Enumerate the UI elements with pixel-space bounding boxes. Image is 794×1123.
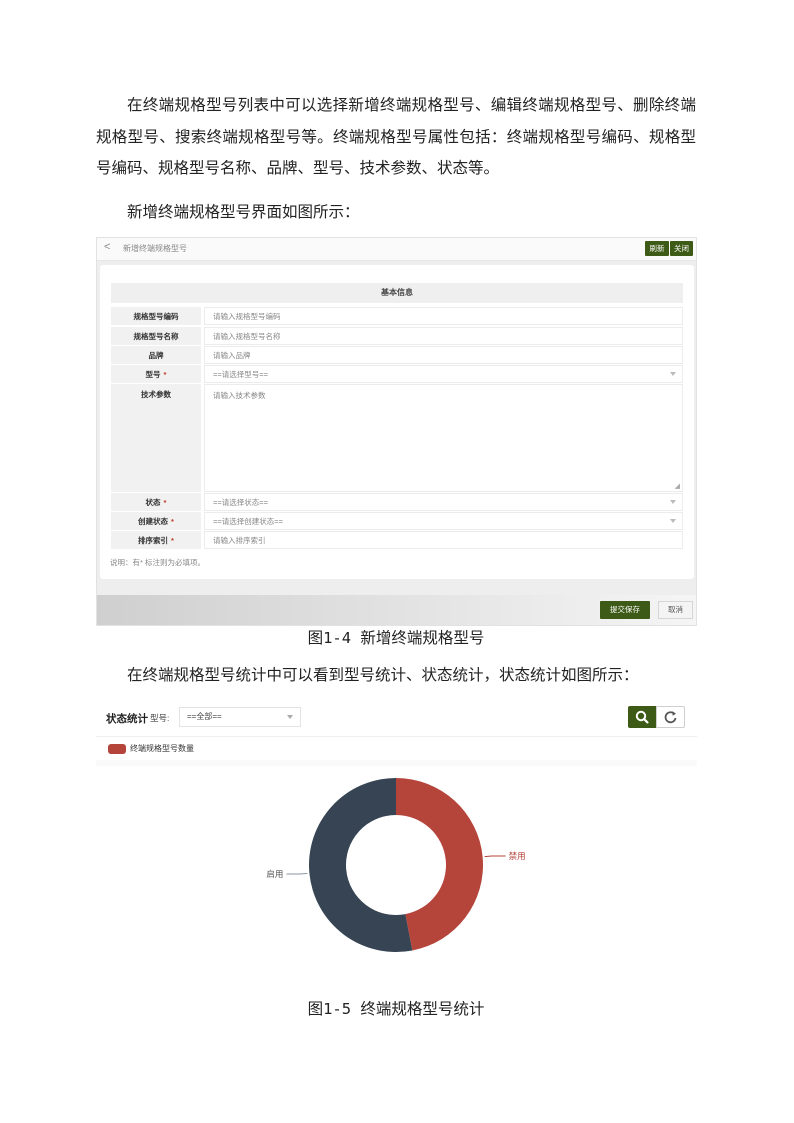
model-filter-select[interactable]: ==全部==: [179, 707, 301, 727]
section-title: 基本信息: [111, 283, 683, 303]
figure-caption-1-4: 图1-4 新增终端规格型号: [307, 629, 485, 647]
field-label: 规格型号编码: [111, 307, 201, 325]
stats-paragraph: 在终端规格型号统计中可以看到型号统计、状态统计，状态统计如图所示：: [127, 666, 639, 684]
status-select[interactable]: ==请选择状态==: [204, 493, 683, 511]
field-row-create-status: 创建状态 * ==请选择创建状态==: [111, 512, 683, 530]
form-footer: 提交保存 取消: [97, 595, 696, 625]
field-row-spec-code: 规格型号编码 请输入规格型号编码: [111, 307, 683, 325]
field-label: 型号 *: [111, 365, 201, 383]
figure-intro-paragraph: 新增终端规格型号界面如图所示：: [127, 203, 360, 221]
field-label: 规格型号名称: [111, 327, 201, 345]
required-note: 说明：有* 标注则为必填项。: [110, 558, 206, 567]
chevron-down-icon: [670, 372, 676, 376]
create-status-select[interactable]: ==请选择创建状态==: [204, 512, 683, 530]
refresh-button[interactable]: [656, 706, 685, 728]
spec-name-input[interactable]: 请输入规格型号名称: [204, 327, 683, 345]
chevron-down-icon: [670, 500, 676, 504]
field-row-sort-index: 排序索引 * 请输入排序索引: [111, 531, 683, 549]
submit-button[interactable]: 提交保存: [600, 601, 650, 619]
slice-label-1: 启用: [266, 869, 283, 879]
field-row-tech-params: 技术参数 请输入技术参数 ◢: [111, 384, 683, 492]
field-label: 品牌: [111, 346, 201, 364]
field-label: 状态 *: [111, 493, 201, 511]
legend-label: 终端规格型号数量: [130, 744, 194, 753]
spec-code-input[interactable]: 请输入规格型号编码: [204, 307, 683, 325]
refresh-button[interactable]: 刷新: [645, 241, 669, 256]
status-stats-screenshot: 禁用启用 状态统计 型号: ==全部== 终端规格型号数量: [96, 700, 697, 980]
field-label: 技术参数: [111, 384, 201, 492]
search-icon: [635, 710, 649, 724]
model-select[interactable]: ==请选择型号==: [204, 365, 683, 383]
legend-swatch: [108, 744, 126, 754]
required-mark: *: [171, 516, 174, 526]
field-label: 排序索引 *: [111, 531, 201, 549]
field-row-status: 状态 * ==请选择状态==: [111, 493, 683, 511]
close-button[interactable]: 关闭: [670, 241, 693, 256]
pie-slice-0[interactable]: [396, 778, 483, 951]
required-mark: *: [171, 535, 174, 545]
brand-input[interactable]: 请输入品牌: [204, 346, 683, 364]
model-filter-label: 型号:: [150, 713, 170, 723]
page-header: < 新增终端规格型号 刷新 关闭: [97, 238, 696, 261]
sort-index-input[interactable]: 请输入排序索引: [204, 531, 683, 549]
form-card: 基本信息 规格型号编码 请输入规格型号编码 规格型号名称 请输入规格型号名称 品…: [100, 265, 694, 579]
required-mark: *: [163, 369, 167, 379]
field-row-model: 型号 * ==请选择型号==: [111, 365, 683, 383]
donut-chart: 禁用启用: [266, 778, 526, 952]
refresh-icon: [664, 711, 677, 724]
slice-leader-line-1: [286, 872, 308, 875]
cancel-button[interactable]: 取消: [658, 601, 693, 619]
resize-handle-icon[interactable]: ◢: [675, 482, 680, 490]
intro-paragraph: 在终端规格型号列表中可以选择新增终端规格型号、编辑终端规格型号、删除终端规格型号…: [96, 96, 696, 177]
field-row-brand: 品牌 请输入品牌: [111, 346, 683, 364]
back-icon[interactable]: <: [104, 241, 110, 253]
stats-toolbar: 状态统计 型号: ==全部==: [96, 700, 697, 737]
stats-title: 状态统计: [106, 713, 148, 725]
chevron-down-icon: [287, 715, 293, 719]
tech-params-textarea[interactable]: 请输入技术参数 ◢: [204, 384, 683, 492]
page-title: 新增终端规格型号: [123, 244, 187, 253]
search-button[interactable]: [628, 706, 656, 728]
required-mark: *: [163, 497, 167, 507]
field-row-spec-name: 规格型号名称 请输入规格型号名称: [111, 327, 683, 345]
figure-caption-1-5: 图1-5 终端规格型号统计: [307, 1000, 485, 1018]
slice-label-0: 禁用: [509, 851, 526, 861]
slice-leader-line-0: [484, 855, 506, 858]
add-spec-form-screenshot: < 新增终端规格型号 刷新 关闭 基本信息 规格型号编码 请输入规格型号编码 规…: [96, 237, 697, 626]
field-label: 创建状态 *: [111, 512, 201, 530]
chevron-down-icon: [670, 519, 676, 523]
